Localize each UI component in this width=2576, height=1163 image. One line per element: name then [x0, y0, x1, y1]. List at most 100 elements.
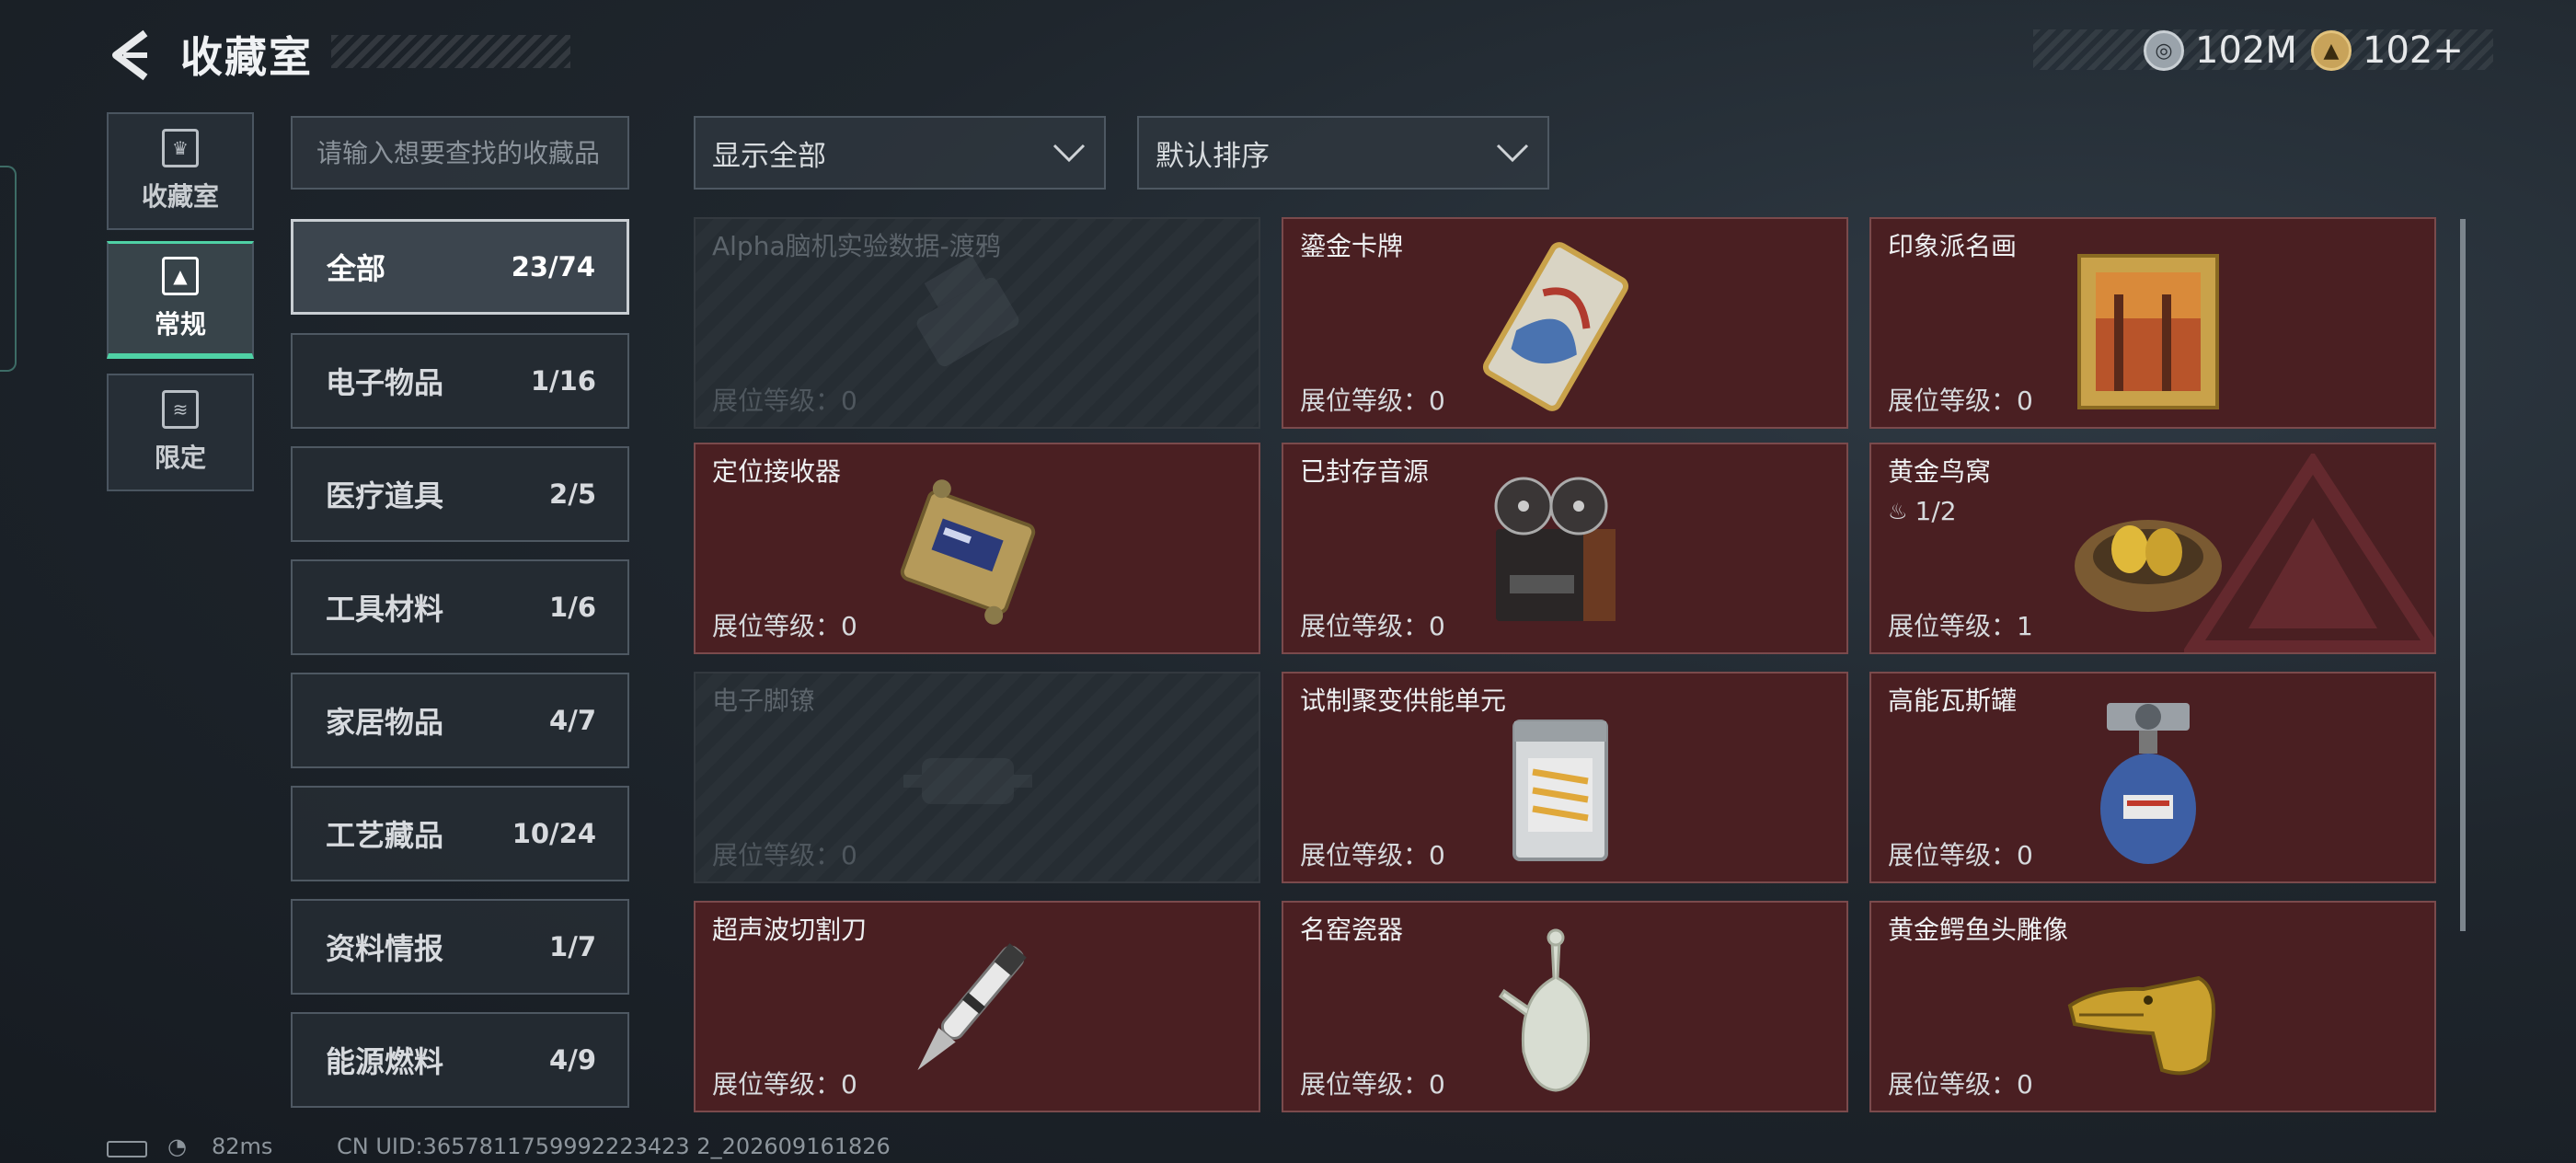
category-energy[interactable]: 能源燃料 4/9	[291, 1012, 629, 1108]
item-card-sealed-audio[interactable]: 已封存音源 展位等级：0	[1282, 443, 1848, 654]
search-input[interactable]	[291, 116, 629, 190]
title-decoration	[331, 35, 570, 68]
item-level: 展位等级：0	[1300, 835, 1445, 872]
item-name: 黄金鳄鱼头雕像	[1888, 915, 2069, 945]
nav-tab-label: 收藏室	[141, 181, 219, 212]
nest-progress: ♨ 1/2	[1888, 496, 1957, 526]
progress-value: 1/2	[1915, 496, 1957, 526]
level-label: 展位等级：	[712, 840, 842, 870]
item-level: 展位等级：0	[712, 835, 857, 872]
category-name: 电子物品	[326, 365, 444, 400]
category-medical[interactable]: 医疗道具 2/5	[291, 446, 629, 542]
gps-receiver-icon	[900, 479, 1036, 625]
category-crafts[interactable]: 工艺藏品 10/24	[291, 786, 629, 881]
uid-text: CN UID:3657811759992223423 2_20260916182…	[337, 1134, 891, 1159]
item-name: 定位接收器	[712, 456, 842, 487]
nav-tab-regular[interactable]: ▲ 常规	[107, 241, 254, 359]
level-value: 0	[1429, 840, 1445, 870]
level-label: 展位等级：	[712, 1069, 842, 1100]
item-level: 展位等级：0	[1888, 835, 2033, 872]
category-name: 工艺藏品	[326, 818, 444, 853]
level-label: 展位等级：	[1888, 840, 2018, 870]
item-level: 展位等级：0	[712, 1065, 857, 1101]
framed-painting-icon	[2077, 254, 2219, 409]
category-count: 4/9	[549, 1044, 596, 1076]
gold-triangle-coin-icon: ▲	[2311, 30, 2352, 71]
item-name: 电子脚镣	[712, 685, 816, 716]
item-name: 名窑瓷器	[1300, 915, 1404, 945]
item-card-alpha-data[interactable]: Alpha脑机实验数据-渡鸦 展位等级：0	[694, 217, 1260, 429]
item-level: 展位等级：0	[1888, 381, 2033, 418]
side-drawer-handle[interactable]	[0, 166, 17, 372]
level-value: 1	[2017, 611, 2033, 641]
item-card-gold-crocodile[interactable]: 黄金鳄鱼头雕像 展位等级：0	[1869, 901, 2436, 1112]
level-label: 展位等级：	[712, 386, 842, 416]
level-value: 0	[2017, 840, 2033, 870]
nav-tab-label: 限定	[154, 443, 206, 473]
data-drive-icon	[916, 256, 1019, 367]
category-all[interactable]: 全部 23/74	[291, 219, 629, 315]
item-card-porcelain[interactable]: 名窑瓷器 展位等级：0	[1282, 901, 1848, 1112]
page-title: 收藏室	[180, 32, 313, 82]
nav-tab-label: 常规	[154, 308, 206, 340]
item-level: 展位等级：0	[1888, 1065, 2033, 1101]
nav-tab-collection[interactable]: ♛ 收藏室	[107, 112, 254, 230]
nav-tab-limited[interactable]: ≋ 限定	[107, 374, 254, 491]
item-card-impressionist-painting[interactable]: 印象派名画 展位等级：0	[1869, 217, 2436, 429]
item-card-ankle-monitor[interactable]: 电子脚镣 展位等级：0	[694, 672, 1260, 883]
ankle-monitor-icon	[903, 758, 1032, 804]
currency-premium[interactable]: ▲ 102+	[2311, 28, 2464, 74]
category-electronics[interactable]: 电子物品 1/16	[291, 333, 629, 429]
level-value: 0	[841, 840, 857, 870]
category-name: 资料情报	[326, 931, 444, 966]
item-card-golden-nest[interactable]: 黄金鸟窝 ♨ 1/2 展位等级：1	[1869, 443, 2436, 654]
item-name: 鎏金卡牌	[1300, 231, 1404, 261]
back-arrow-icon[interactable]	[103, 28, 158, 83]
category-count: 4/7	[549, 705, 596, 736]
gilded-card-icon	[1482, 242, 1629, 411]
level-label: 展位等级：	[1300, 840, 1430, 870]
grid-scrollbar-thumb[interactable]	[2460, 219, 2466, 931]
sort-dropdown[interactable]: 默认排序	[1137, 116, 1549, 190]
level-label: 展位等级：	[1888, 386, 2018, 416]
category-household[interactable]: 家居物品 4/7	[291, 673, 629, 768]
category-count: 1/7	[549, 931, 596, 962]
category-name: 家居物品	[326, 705, 444, 740]
item-level: 展位等级：0	[1300, 1065, 1445, 1101]
level-label: 展位等级：	[1300, 1069, 1430, 1100]
item-level: 展位等级：0	[1300, 606, 1445, 643]
filter-dropdown[interactable]: 显示全部	[694, 116, 1106, 190]
item-card-fusion-cell[interactable]: 试制聚变供能单元 展位等级：0	[1282, 672, 1848, 883]
level-value: 0	[2017, 1069, 2033, 1100]
image-frame-icon: ▲	[162, 256, 199, 295]
card-icon: ≋	[162, 390, 199, 429]
category-count: 10/24	[512, 818, 596, 849]
level-label: 展位等级：	[1888, 1069, 2018, 1100]
premium-value: 102+	[2363, 29, 2464, 72]
category-count: 1/6	[549, 592, 596, 623]
chevron-down-icon	[1496, 144, 1529, 163]
coins-value: 102M	[2195, 29, 2297, 72]
item-card-gas-canister[interactable]: 高能瓦斯罐 展位等级：0	[1869, 672, 2436, 883]
golden-nest-icon	[2075, 520, 2222, 612]
item-level: 展位等级：0	[712, 381, 857, 418]
item-level: 展位等级：1	[1888, 606, 2033, 643]
category-name: 医疗道具	[326, 478, 444, 513]
category-intel[interactable]: 资料情报 1/7	[291, 899, 629, 995]
level-value: 0	[841, 1069, 857, 1100]
level-label: 展位等级：	[1300, 386, 1430, 416]
nest-icon: ♨	[1888, 498, 1908, 524]
level-value: 0	[1429, 386, 1445, 416]
category-tools[interactable]: 工具材料 1/6	[291, 559, 629, 655]
category-count: 2/5	[549, 478, 596, 510]
item-card-ultrasonic-knife[interactable]: 超声波切割刀 展位等级：0	[694, 901, 1260, 1112]
category-count: 1/16	[530, 365, 596, 397]
battery-icon	[107, 1141, 147, 1157]
item-card-gilded-card[interactable]: 鎏金卡牌 展位等级：0	[1282, 217, 1848, 429]
item-name: 已封存音源	[1300, 456, 1430, 487]
level-value: 0	[2017, 386, 2033, 416]
gas-canister-icon	[2100, 703, 2196, 864]
item-card-gps-receiver[interactable]: 定位接收器 展位等级：0	[694, 443, 1260, 654]
wifi-icon: ◔	[167, 1134, 187, 1159]
category-count: 23/74	[511, 251, 595, 282]
